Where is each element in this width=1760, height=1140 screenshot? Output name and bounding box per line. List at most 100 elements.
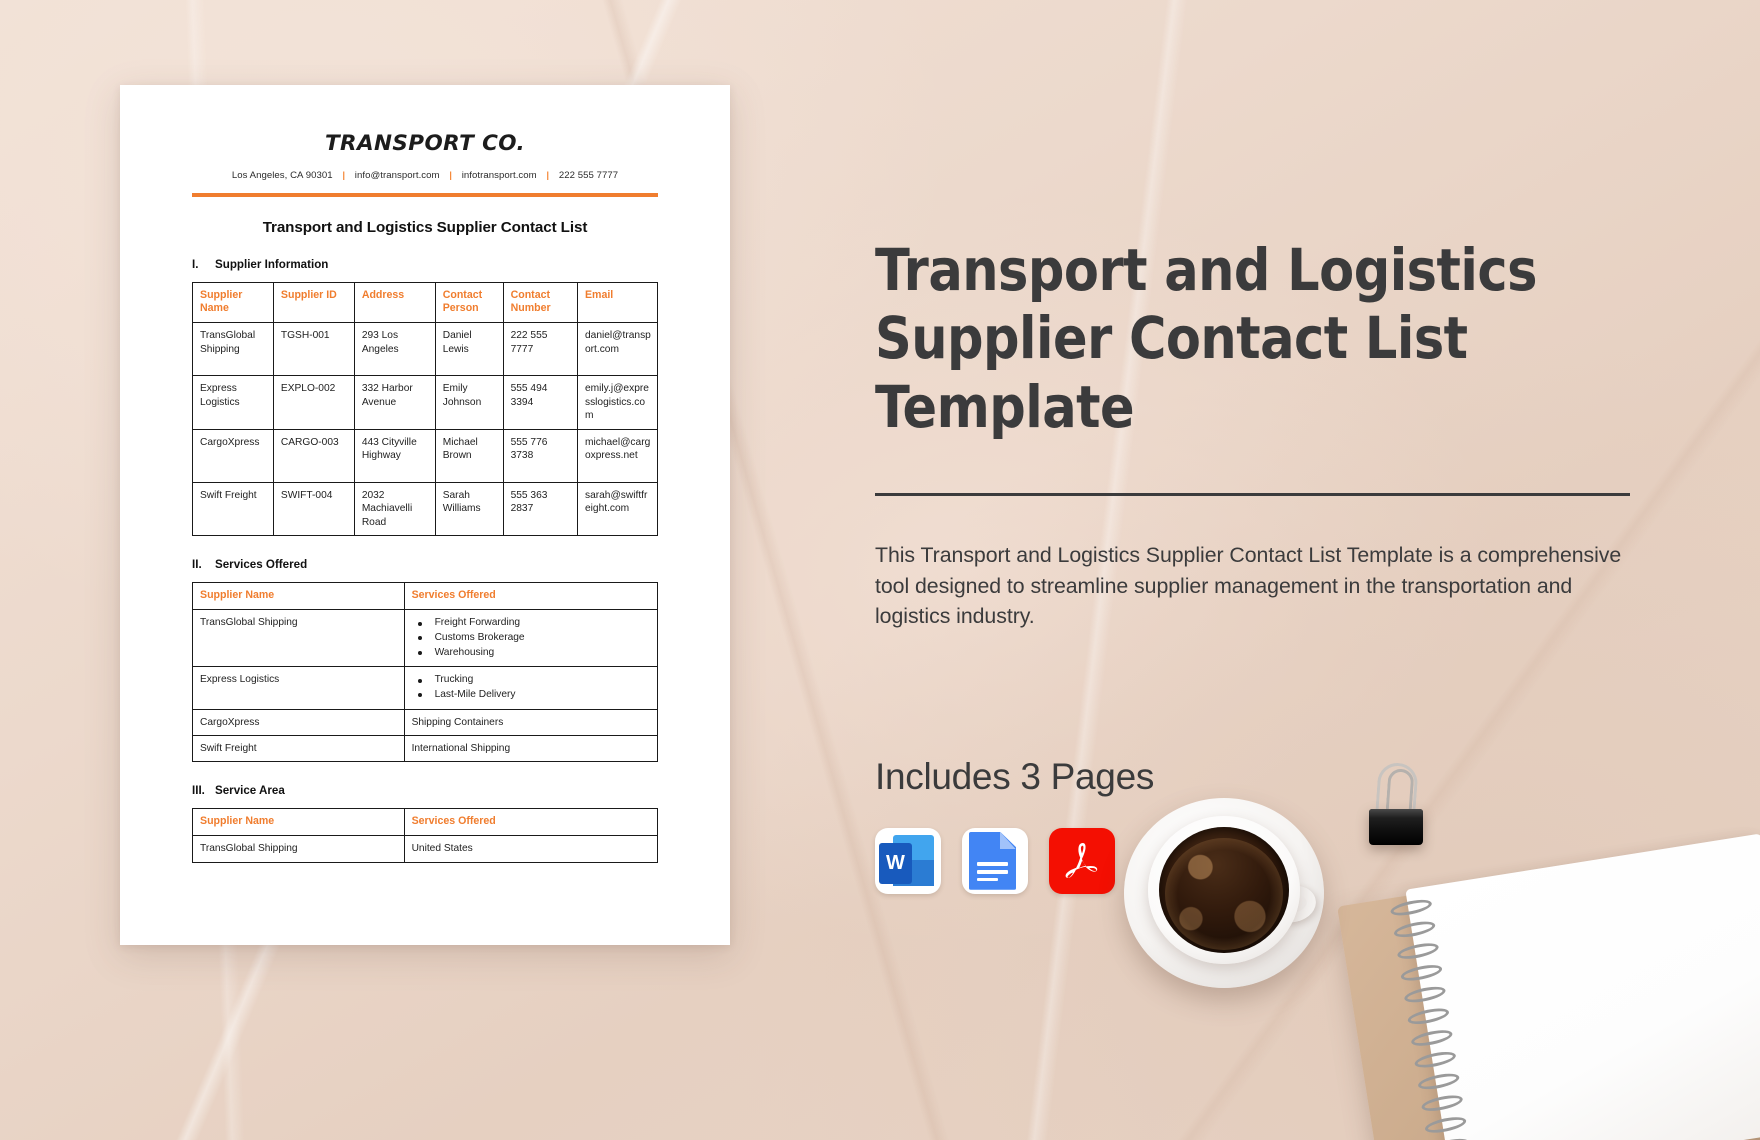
binder-clip [1363,761,1429,849]
table-row: CargoXpress Shipping Containers [192,708,659,737]
spiral-ring [1396,940,1440,962]
section-numeral: II. [192,558,202,572]
services-list: Freight Forwarding Customs Brokerage Wareh… [412,616,651,660]
column-header: Supplier ID [272,281,355,324]
spiral-ring [1427,1135,1471,1140]
spiral-ring [1423,1114,1468,1136]
table-cell: 332 Harbor Avenue [353,375,436,430]
spiral-ring [1406,1005,1451,1027]
letterhead-divider [192,193,658,197]
section-numeral: I. [192,257,199,271]
spiral-ring [1403,983,1447,1006]
letterhead-contact-line: Los Angeles, CA 90301 | info@transport.c… [192,170,658,181]
table-cell: TransGlobal Shipping [192,322,274,377]
letterhead-email: info@transport.com [354,170,440,181]
letterhead-address: Los Angeles, CA 90301 [231,170,333,181]
table-header-row: Supplier Name Supplier ID Address Contac… [192,281,659,324]
table-row: Express Logistics Trucking Last-Mile Deliv… [192,666,659,710]
column-header: Services Offered [403,808,659,837]
section-heading-supplier-information: I. Supplier Information [192,258,658,271]
table-row: TransGlobal Shipping Freight Forwarding Cu… [192,609,659,668]
table-header-row: Supplier Name Services Offered [192,808,659,837]
word-icon-badge: W [878,842,912,884]
promo-title: Transport and Logistics Supplier Contact… [875,236,1537,441]
table-row: Express Logistics EXPLO-002 332 Harbor Ave… [192,375,659,430]
service-area-table: Supplier Name Services Offered TransGlob… [192,808,659,863]
section-label: Supplier Information [215,257,329,271]
google-docs-icon[interactable] [962,827,1028,894]
list-item: Warehousing [412,646,651,661]
services-cell: Freight Forwarding Customs Brokerage Wareh… [403,609,659,668]
table-cell: emily.j@expresslogistics.com [576,375,659,430]
table-cell: Swift Freight [192,481,274,537]
column-header: Supplier Name [192,808,405,837]
google-docs-icon-line [976,877,999,882]
list-item: Last-Mile Delivery [412,688,651,703]
table-cell: daniel@transport.com [576,322,659,377]
table-cell: 293 Los Angeles [353,322,436,377]
column-header: Supplier Name [192,281,274,324]
promo-divider [875,493,1630,497]
document-page: TRANSPORT CO. Los Angeles, CA 90301 | in… [120,85,730,945]
section-heading-services-offered: II. Services Offered [192,558,658,571]
supplier-information-table: Supplier Name Supplier ID Address Contac… [192,281,659,537]
spiral-ring [1409,1027,1454,1049]
table-cell: TGSH-001 [272,322,355,377]
services-offered-table: Supplier Name Services Offered TransGlob… [192,582,659,763]
spiral-ring [1420,1092,1465,1114]
list-item: Trucking [412,673,651,688]
google-docs-icon-line [976,861,1009,866]
table-row: CargoXpress CARGO-003 443 Cityville Highwa… [192,428,659,483]
letterhead-phone: 222 555 7777 [558,170,619,181]
promo-description: This Transport and Logistics Supplier Co… [875,543,1622,629]
table-cell: michael@cargoxpress.net [576,428,659,483]
spiral-ring [1413,1049,1458,1071]
spiral-ring [1416,1070,1461,1093]
table-header-row: Supplier Name Services Offered [192,582,659,611]
section-label: Service Area [215,784,285,798]
table-cell: Sarah Williams [434,481,504,537]
services-cell: International Shipping [403,735,659,763]
company-name: TRANSPORT CO. [324,131,526,156]
spiral-ring [1399,962,1444,984]
separator-icon: | [546,170,550,181]
column-header: Email [576,281,659,324]
table-cell: CARGO-003 [272,428,355,483]
word-icon[interactable]: W [875,827,941,894]
document-title: Transport and Logistics Supplier Contact… [262,218,588,236]
services-cell: Shipping Containers [403,708,659,737]
services-cell: United States [403,835,659,863]
column-header: Contact Number [502,281,578,324]
google-docs-icon-line [976,869,1009,874]
table-cell: 2032 Machiavelli Road [353,481,436,537]
column-header: Contact Person [434,281,504,324]
table-cell: CargoXpress [192,428,274,483]
supplier-name-cell: TransGlobal Shipping [192,835,405,863]
pdf-icon[interactable] [1049,827,1115,894]
word-icon-letter: W [886,851,905,874]
letterhead: TRANSPORT CO. Los Angeles, CA 90301 | in… [192,131,658,197]
table-cell: SWIFT-004 [272,481,355,537]
letterhead-website: infotransport.com [461,170,537,181]
section-heading-service-area: III. Service Area [192,784,658,797]
services-cell: Trucking Last-Mile Delivery [403,666,659,710]
table-cell: Emily Johnson [434,375,504,430]
table-cell: 222 555 7777 [502,322,578,377]
column-header: Supplier Name [192,582,405,611]
supplier-name-cell: TransGlobal Shipping [192,609,405,668]
table-cell: Michael Brown [434,428,504,483]
column-header: Services Offered [403,582,659,611]
table-cell: 555 363 2837 [502,481,578,537]
table-cell: Daniel Lewis [434,322,504,377]
list-item: Customs Brokerage [412,631,651,646]
binder-clip-body [1369,809,1423,845]
section-label: Services Offered [215,558,308,572]
coffee-cup [1124,790,1324,990]
list-item: Freight Forwarding [412,616,651,631]
table-row: Swift Freight International Shipping [192,735,659,763]
table-cell: sarah@swiftfreight.com [576,481,659,537]
spiral-ring [1392,918,1437,941]
services-list: Trucking Last-Mile Delivery [412,673,651,702]
separator-icon: | [449,170,453,181]
table-cell: 555 776 3738 [502,428,578,483]
